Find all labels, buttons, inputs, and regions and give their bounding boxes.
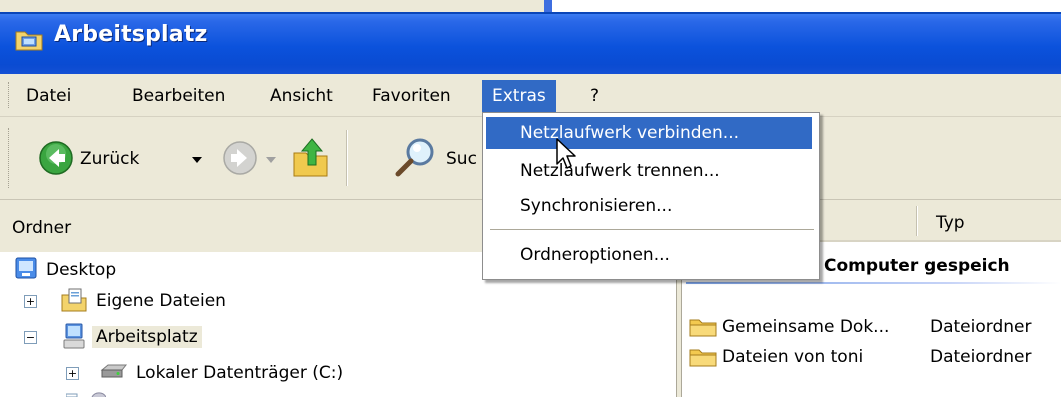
menu-help[interactable]: ? (580, 80, 609, 112)
menu-item-label: Ordneroptionen... (520, 245, 670, 265)
tree-item-eigene-dateien[interactable]: Eigene Dateien (96, 290, 226, 312)
tree-expander-eigene-dateien[interactable]: + (24, 295, 37, 308)
column-header-typ[interactable]: Typ (936, 213, 965, 233)
folder-icon (689, 349, 717, 367)
toolbar-separator (346, 130, 348, 186)
menu-item-ordneroptionen[interactable]: Ordneroptionen... (486, 239, 812, 271)
file-type-gemeinsame-dokumente: Dateiordner (930, 317, 1032, 337)
group-header-underline (686, 282, 1061, 284)
background-window-edge (544, 0, 552, 12)
search-icon[interactable] (392, 136, 440, 178)
tree-item-desktop[interactable]: Desktop (46, 259, 116, 281)
back-arrow-icon[interactable] (38, 140, 74, 176)
forward-dropdown-arrow-icon[interactable] (266, 157, 276, 163)
file-name-dateien-von-toni[interactable]: Dateien von toni (722, 346, 863, 368)
my-documents-icon (61, 288, 87, 312)
back-dropdown-arrow-icon[interactable] (192, 157, 202, 163)
next-tree-item-partial-icon (66, 392, 106, 397)
menu-favoriten[interactable]: Favoriten (362, 80, 461, 112)
menu-extras[interactable]: Extras (482, 80, 556, 112)
menu-separator (490, 229, 814, 230)
menu-bearbeiten[interactable]: Bearbeiten (122, 80, 235, 112)
menu-item-netzlaufwerk-trennen[interactable]: Netzlaufwerk trennen... (486, 155, 812, 187)
back-button-label[interactable]: Zurück (80, 148, 139, 170)
tree-collapser-arbeitsplatz[interactable]: − (24, 331, 37, 344)
folder-up-icon[interactable] (290, 135, 332, 179)
mouse-pointer-icon (556, 138, 576, 169)
my-computer-icon (63, 323, 85, 349)
menu-item-netzlaufwerk-verbinden[interactable]: Netzlaufwerk verbinden... (486, 117, 812, 149)
hard-drive-icon (100, 364, 128, 378)
menu-ansicht[interactable]: Ansicht (260, 80, 343, 112)
window-title: Arbeitsplatz (54, 22, 208, 47)
column-separator[interactable] (916, 206, 918, 236)
toolbar-grip[interactable] (8, 128, 12, 188)
search-button-label[interactable]: Suc (446, 148, 477, 170)
folder-pane-title: Ordner (12, 218, 72, 238)
file-type-dateien-von-toni: Dateiordner (930, 347, 1032, 367)
menu-datei[interactable]: Datei (16, 80, 81, 112)
desktop-icon (15, 257, 37, 279)
menu-item-label: Synchronisieren... (520, 196, 673, 216)
file-group-header: n Computer gespeich (806, 256, 1010, 276)
tree-expander-lokaler-datentraeger[interactable]: + (66, 367, 79, 380)
folder-icon (689, 319, 717, 337)
menu-item-synchronisieren[interactable]: Synchronisieren... (486, 190, 812, 222)
my-computer-folder-icon (15, 31, 43, 51)
menu-bar-grip[interactable] (8, 82, 12, 108)
forward-arrow-icon[interactable] (222, 140, 258, 176)
menu-item-label: Netzlaufwerk verbinden... (520, 123, 739, 143)
menu-item-label: Netzlaufwerk trennen... (520, 161, 720, 181)
tree-item-lokaler-datentraeger[interactable]: Lokaler Datenträger (C:) (136, 362, 343, 384)
file-name-gemeinsame-dokumente[interactable]: Gemeinsame Dok... (722, 316, 889, 338)
tree-item-arbeitsplatz[interactable]: Arbeitsplatz (92, 326, 202, 348)
